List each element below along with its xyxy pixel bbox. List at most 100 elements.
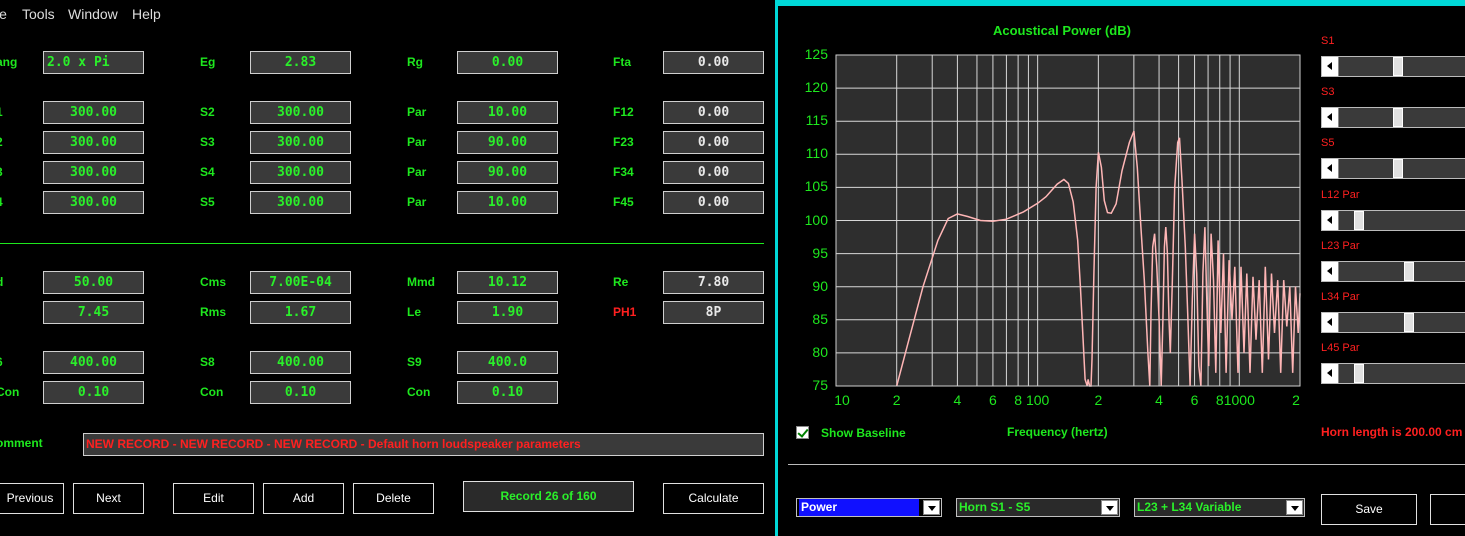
param-field[interactable]: 0.10 xyxy=(457,381,558,404)
param-field[interactable]: 300.00 xyxy=(250,191,351,214)
slider-label: S3 xyxy=(1321,86,1335,99)
slider-thumb[interactable] xyxy=(1392,159,1403,179)
slider-thumb[interactable] xyxy=(1403,261,1414,281)
param-field[interactable]: 400.00 xyxy=(250,351,351,374)
y-tick-label: 80 xyxy=(812,343,828,360)
plot-type-value: Power xyxy=(799,499,919,516)
param-field[interactable]: 400.0 xyxy=(457,351,558,374)
param-field[interactable]: 400.00 xyxy=(43,351,144,374)
variable-dropdown[interactable]: L23 + L34 Variable xyxy=(1134,498,1305,517)
param-field[interactable]: 10.00 xyxy=(457,191,558,214)
parameters-panel: le Tools Window Help ang 2.0 x Pi Eg 2.83 Rg… xyxy=(0,0,775,536)
param-field[interactable]: 300.00 xyxy=(250,131,351,154)
x-tick-label: 4 xyxy=(1155,392,1163,408)
param-label: Con xyxy=(200,385,224,399)
param-field[interactable]: 2.0 x Pi xyxy=(43,51,144,74)
horn-dropdown[interactable]: Horn S1 - S5 xyxy=(956,498,1120,517)
param-field[interactable]: 1.90 xyxy=(457,301,558,324)
y-tick-label: 75 xyxy=(812,377,828,393)
acoustical-power-chart xyxy=(835,54,1301,387)
param-field[interactable]: 0.10 xyxy=(43,381,144,404)
menu-file[interactable]: le xyxy=(0,6,7,22)
param-field[interactable]: 90.00 xyxy=(457,161,558,184)
param-label: Re xyxy=(613,275,629,289)
slider-track[interactable] xyxy=(1321,312,1465,333)
param-field[interactable]: 7.80 xyxy=(663,271,764,294)
arrow-left-icon[interactable] xyxy=(1322,210,1339,230)
arrow-left-icon[interactable] xyxy=(1322,261,1339,281)
param-field[interactable]: 300.00 xyxy=(250,101,351,124)
param-field[interactable]: 0.00 xyxy=(663,191,764,214)
param-field[interactable]: 300.00 xyxy=(43,161,144,184)
slider-label: S5 xyxy=(1321,137,1335,150)
arrow-left-icon[interactable] xyxy=(1322,159,1339,179)
param-field[interactable]: 0.00 xyxy=(663,51,764,74)
slider-thumb[interactable] xyxy=(1403,313,1414,332)
slider-thumb[interactable] xyxy=(1392,108,1403,128)
save-button[interactable]: Save xyxy=(1321,494,1417,525)
menu-tools[interactable]: Tools xyxy=(22,6,55,22)
menu-help[interactable]: Help xyxy=(132,6,161,22)
param-field[interactable]: 300.00 xyxy=(250,161,351,184)
slider-track[interactable] xyxy=(1321,260,1465,282)
param-field[interactable]: 300.00 xyxy=(43,191,144,214)
arrow-left-icon[interactable] xyxy=(1322,313,1339,332)
menu-window[interactable]: Window xyxy=(68,6,118,22)
extra-button[interactable] xyxy=(1430,494,1465,525)
param-field[interactable]: 10.12 xyxy=(457,271,558,294)
param-label: d xyxy=(0,275,3,289)
show-baseline-checkbox[interactable] xyxy=(796,426,809,439)
param-field[interactable]: 50.00 xyxy=(43,271,144,294)
slider-thumb[interactable] xyxy=(1392,57,1403,76)
param-field[interactable]: 2.83 xyxy=(250,51,351,74)
previous-button[interactable]: Previous xyxy=(0,483,64,514)
param-label: Par xyxy=(407,135,427,149)
param-label: Par xyxy=(407,105,427,119)
y-tick-label: 85 xyxy=(812,310,828,327)
param-field[interactable]: 0.00 xyxy=(663,161,764,184)
comment-field[interactable]: NEW RECORD - NEW RECORD - NEW RECORD - D… xyxy=(83,433,764,456)
param-field[interactable]: 7.45 xyxy=(43,301,144,324)
param-label: S3 xyxy=(200,135,215,149)
arrow-left-icon[interactable] xyxy=(1322,108,1339,128)
y-tick-label: 95 xyxy=(812,244,828,261)
calculate-button[interactable]: Calculate xyxy=(663,483,764,514)
arrow-left-icon[interactable] xyxy=(1322,57,1339,76)
chevron-down-icon[interactable] xyxy=(923,500,940,515)
param-label: PH1 xyxy=(613,305,637,319)
param-field[interactable]: 0.10 xyxy=(250,381,351,404)
chevron-down-icon[interactable] xyxy=(1101,500,1118,515)
edit-button[interactable]: Edit xyxy=(173,483,254,514)
arrow-left-icon[interactable] xyxy=(1322,364,1339,384)
slider-thumb[interactable] xyxy=(1353,210,1364,230)
param-field[interactable]: 0.00 xyxy=(663,131,764,154)
y-tick-label: 90 xyxy=(812,277,828,294)
param-field[interactable]: 0.00 xyxy=(663,101,764,124)
y-tick-label: 115 xyxy=(805,112,828,129)
chevron-down-icon[interactable] xyxy=(1286,500,1303,515)
slider-thumb[interactable] xyxy=(1353,364,1364,384)
param-field[interactable]: 1.67 xyxy=(250,301,351,324)
param-field[interactable]: 300.00 xyxy=(43,101,144,124)
param-label: S5 xyxy=(200,195,215,209)
slider-track[interactable] xyxy=(1321,107,1465,129)
param-label: Mmd xyxy=(407,275,435,289)
param-label: Rg xyxy=(407,55,423,69)
param-field[interactable]: 7.00E-04 xyxy=(250,271,351,294)
slider-track[interactable] xyxy=(1321,209,1465,231)
param-field[interactable]: 10.00 xyxy=(457,101,558,124)
add-button[interactable]: Add xyxy=(263,483,344,514)
param-field[interactable]: 0.00 xyxy=(457,51,558,74)
slider-track[interactable] xyxy=(1321,158,1465,180)
slider-track[interactable] xyxy=(1321,363,1465,385)
x-axis-label: Frequency (hertz) xyxy=(1007,425,1108,439)
show-baseline-label[interactable]: Show Baseline xyxy=(821,426,906,440)
param-field[interactable]: 300.00 xyxy=(43,131,144,154)
next-button[interactable]: Next xyxy=(73,483,144,514)
slider-label: L45 Par xyxy=(1321,342,1360,355)
slider-track[interactable] xyxy=(1321,56,1465,77)
param-field[interactable]: 90.00 xyxy=(457,131,558,154)
plot-type-dropdown[interactable]: Power xyxy=(796,498,942,517)
param-field[interactable]: 8P xyxy=(663,301,764,324)
delete-button[interactable]: Delete xyxy=(353,483,434,514)
